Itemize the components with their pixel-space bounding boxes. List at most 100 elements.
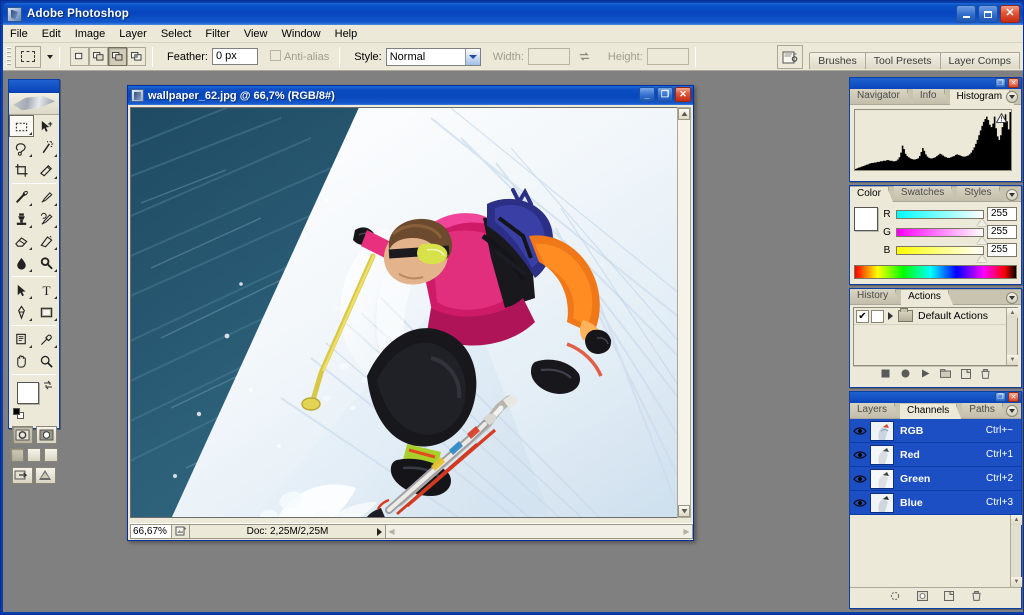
create-new-channel-button[interactable] (944, 590, 955, 601)
tool-magic-wand[interactable] (34, 137, 59, 159)
jump-to-imageready-button[interactable] (12, 467, 33, 484)
blue-slider[interactable] (896, 245, 987, 262)
play-selection-button[interactable] (920, 368, 931, 379)
swap-colors-icon[interactable] (42, 379, 54, 394)
tab-styles[interactable]: Styles (957, 186, 1000, 201)
scroll-down-arrow-icon[interactable] (678, 505, 690, 517)
tool-gradient[interactable] (34, 230, 59, 252)
actions-list[interactable]: ✔ Default Actions ▲ ▼ (853, 307, 1018, 366)
blue-slider-thumb[interactable] (977, 254, 987, 262)
swap-dimensions-icon[interactable] (578, 50, 592, 64)
toolbox-title-bar[interactable] (9, 80, 59, 93)
scroll-track[interactable] (678, 120, 690, 505)
file-browser-button[interactable] (777, 45, 804, 69)
palette-menu-icon[interactable] (1006, 292, 1018, 304)
scroll-up-arrow-icon[interactable]: ▲ (1011, 515, 1022, 525)
delete-channel-button[interactable] (971, 590, 982, 601)
channel-row-red[interactable]: Red Ctrl+1 (850, 443, 1021, 467)
tool-clone-stamp[interactable] (9, 208, 34, 230)
tool-hand[interactable] (9, 350, 34, 372)
preview-thumbnail-icon[interactable] (172, 523, 190, 539)
tab-paths[interactable]: Paths (962, 403, 1003, 418)
height-input[interactable] (646, 48, 689, 65)
tab-channels[interactable]: Channels (900, 404, 958, 419)
scroll-up-arrow-icon[interactable] (678, 108, 690, 120)
channel-row-green[interactable]: Green Ctrl+2 (850, 467, 1021, 491)
minimize-button[interactable]: ❐ (995, 78, 1006, 88)
tool-blur[interactable] (9, 252, 34, 274)
menu-help[interactable]: Help (328, 26, 365, 42)
tool-healing-brush[interactable] (9, 186, 34, 208)
horizontal-scrollbar[interactable]: ◀ ▶ (386, 523, 693, 539)
load-channel-as-selection-button[interactable] (890, 590, 901, 601)
well-tab-layer-comps[interactable]: Layer Comps (939, 52, 1020, 69)
chevron-down-icon[interactable] (47, 54, 53, 59)
green-value[interactable]: 255 (987, 225, 1017, 239)
quick-mask-mode-button[interactable] (35, 426, 57, 444)
palette-menu-icon[interactable] (1006, 405, 1018, 417)
create-new-action-button[interactable] (960, 368, 971, 379)
document-title-bar[interactable]: wallpaper_62.jpg @ 66,7% (RGB/8#) _ ❐ ✕ (128, 86, 693, 105)
tool-dodge[interactable] (34, 252, 59, 274)
tool-rectangular-marquee[interactable] (9, 115, 34, 137)
tab-histogram[interactable]: Histogram (949, 90, 1011, 105)
width-input[interactable] (527, 48, 570, 65)
tool-move[interactable] (34, 115, 59, 137)
menu-filter[interactable]: Filter (198, 26, 236, 42)
chevron-down-icon[interactable] (464, 48, 480, 65)
default-colors-icon[interactable] (13, 408, 24, 419)
standard-screen-mode-button[interactable] (10, 448, 24, 462)
channels-scrollbar[interactable]: ▲ ▼ (1010, 515, 1022, 587)
action-dialog-toggle[interactable] (871, 309, 884, 323)
tool-crop[interactable] (9, 159, 34, 181)
menu-select[interactable]: Select (154, 26, 199, 42)
tool-eyedropper[interactable] (34, 328, 59, 350)
document-minimize-button[interactable]: _ (639, 87, 655, 102)
tool-slice[interactable] (34, 159, 59, 181)
menu-file[interactable]: File (3, 26, 35, 42)
tab-history[interactable]: History (850, 289, 897, 304)
document-info-field[interactable]: Doc: 2,25M/2,25M (190, 523, 386, 539)
zoom-level-field[interactable]: 66,67% (130, 523, 172, 539)
eye-icon[interactable] (850, 426, 870, 436)
standard-mode-button[interactable] (11, 426, 33, 444)
add-to-selection-button[interactable] (89, 47, 108, 66)
feather-input[interactable]: 0 px (211, 48, 258, 65)
menu-image[interactable]: Image (68, 26, 113, 42)
minimize-button[interactable] (956, 5, 976, 23)
foreground-color-swatch[interactable] (854, 207, 878, 231)
expand-triangle-icon[interactable] (888, 312, 893, 320)
tool-eraser[interactable] (9, 230, 34, 252)
palette-menu-icon[interactable] (1006, 189, 1018, 201)
menu-edit[interactable]: Edit (35, 26, 68, 42)
channels-palette-title-bar[interactable]: ❐ ✕ (850, 392, 1021, 403)
histogram-palette-title-bar[interactable]: ❐ ✕ (850, 78, 1021, 89)
palette-menu-icon[interactable] (1006, 91, 1018, 103)
well-tab-tool-presets[interactable]: Tool Presets (864, 52, 941, 69)
action-set-row[interactable]: ✔ Default Actions (854, 308, 1017, 325)
save-selection-as-channel-button[interactable] (916, 590, 928, 601)
full-screen-mode-button[interactable] (44, 448, 58, 462)
scroll-up-arrow-icon[interactable]: ▲ (1007, 308, 1018, 318)
style-select[interactable]: Normal (385, 47, 481, 66)
foreground-color-swatch[interactable] (17, 382, 39, 404)
red-value[interactable]: 255 (987, 207, 1017, 221)
tool-zoom[interactable] (34, 350, 59, 372)
menu-layer[interactable]: Layer (112, 26, 154, 42)
document-maximize-button[interactable]: ❐ (657, 87, 673, 102)
tab-navigator[interactable]: Navigator (850, 89, 908, 104)
blue-value[interactable]: 255 (987, 243, 1017, 257)
close-button[interactable]: ✕ (1008, 392, 1019, 402)
scroll-down-arrow-icon[interactable]: ▼ (1011, 577, 1022, 587)
subtract-from-selection-button[interactable] (108, 47, 127, 66)
tool-type[interactable]: T (34, 279, 59, 301)
scroll-left-arrow-icon[interactable]: ◀ (386, 526, 397, 537)
minimize-button[interactable]: ❐ (995, 392, 1006, 402)
new-selection-button[interactable] (70, 47, 89, 66)
options-bar-grip[interactable] (6, 46, 11, 67)
tab-color[interactable]: Color (850, 187, 889, 202)
eye-icon[interactable] (850, 450, 870, 460)
cached-data-warning-icon[interactable] (995, 112, 1008, 123)
status-menu-arrow-icon[interactable] (377, 527, 382, 536)
tab-actions[interactable]: Actions (901, 290, 949, 305)
